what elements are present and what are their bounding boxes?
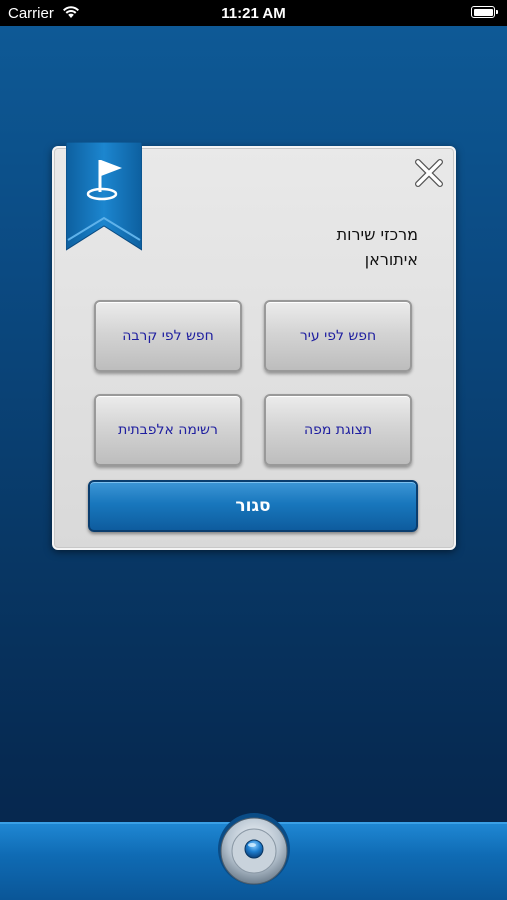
- alphabetical-list-button[interactable]: רשימה אלפבתית: [94, 394, 242, 466]
- dialog-title-line1: מרכזי שירות: [336, 225, 418, 244]
- home-knob-icon[interactable]: [217, 812, 291, 886]
- service-centers-dialog: מרכזי שירות איתוראן חפש לפי עיר חפש לפי …: [52, 142, 456, 550]
- status-bar: Carrier 11:21 AM: [0, 0, 507, 26]
- status-time: 11:21 AM: [221, 5, 286, 22]
- close-icon[interactable]: [412, 156, 446, 190]
- battery-icon: [471, 6, 498, 18]
- dialog-title: מרכזי שירות איתוראן: [218, 222, 418, 272]
- search-by-proximity-button[interactable]: חפש לפי קרבה: [94, 300, 242, 372]
- search-by-city-button[interactable]: חפש לפי עיר: [264, 300, 412, 372]
- map-view-button[interactable]: תצוגת מפה: [264, 394, 412, 466]
- flag-pin-icon: [66, 142, 142, 251]
- close-button[interactable]: סגור: [88, 480, 418, 532]
- dialog-title-line2: איתוראן: [364, 250, 418, 269]
